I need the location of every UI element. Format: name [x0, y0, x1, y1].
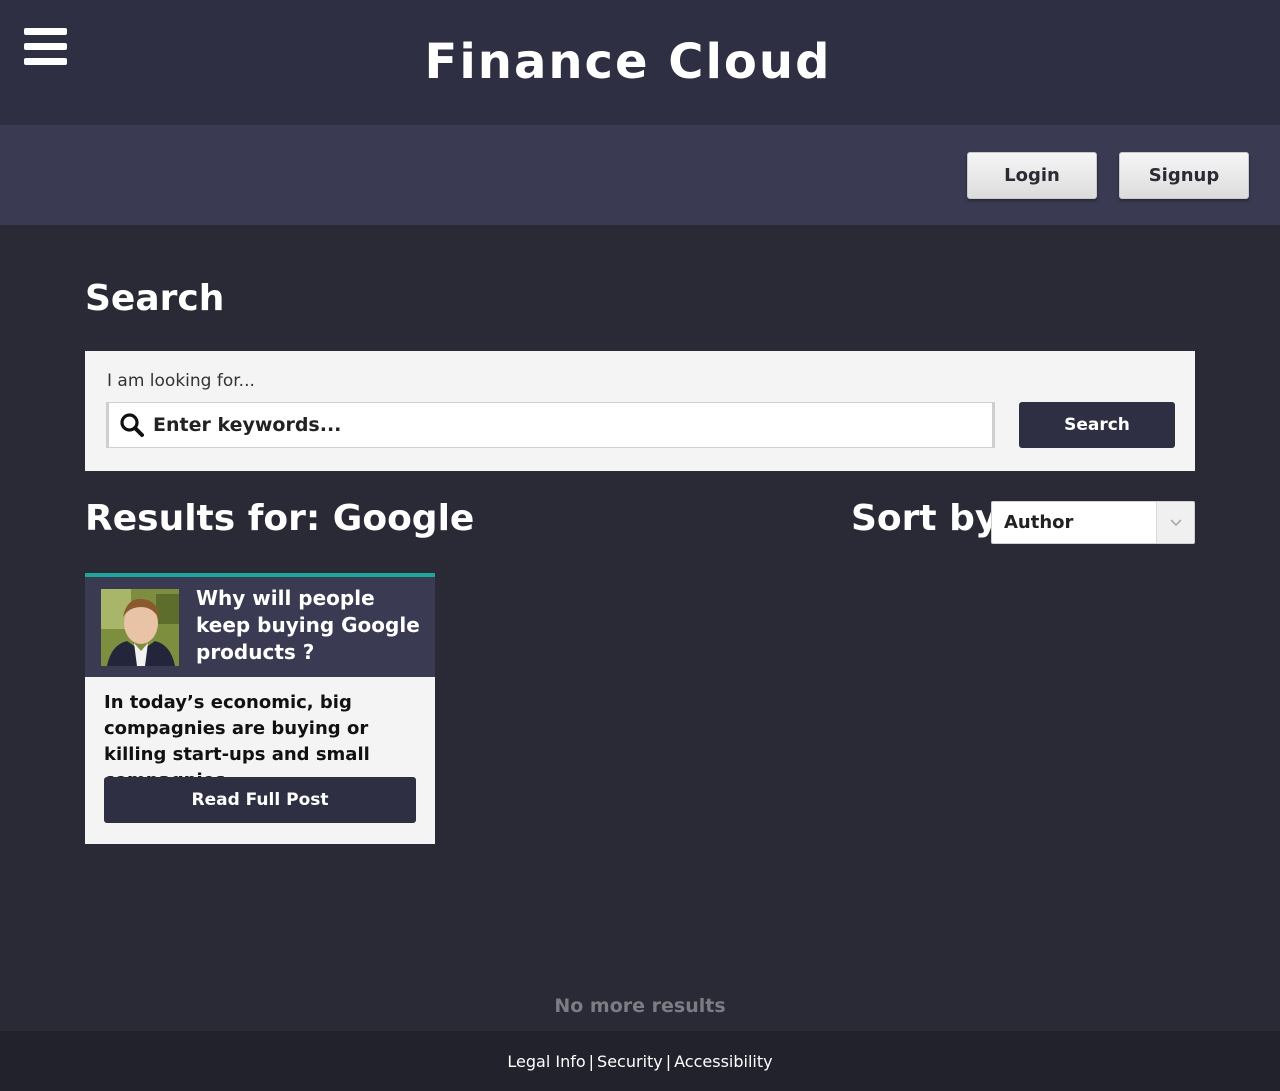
author-avatar	[101, 589, 179, 666]
read-full-post-button[interactable]: Read Full Post	[104, 777, 416, 823]
sort-select[interactable]: Author	[991, 501, 1195, 544]
search-button[interactable]: Search	[1019, 402, 1175, 448]
search-label: I am looking for...	[107, 371, 255, 391]
chevron-down-icon[interactable]	[1156, 502, 1194, 543]
signup-button[interactable]: Signup	[1119, 152, 1249, 199]
sort-label: Sort by	[851, 498, 999, 539]
footer-separator: |	[665, 1051, 672, 1071]
search-heading: Search	[85, 278, 225, 319]
search-panel: I am looking for... Search	[85, 351, 1195, 471]
sort-selected-value: Author	[1004, 512, 1074, 533]
top-header: Finance Cloud	[0, 0, 1280, 125]
main-content: Search I am looking for... Search Result…	[0, 225, 1280, 1031]
results-heading: Results for: Google	[85, 498, 475, 539]
result-card: Why will people keep buying Google produ…	[85, 573, 435, 844]
login-button[interactable]: Login	[967, 152, 1097, 199]
search-input[interactable]	[153, 405, 973, 445]
footer-link-accessibility[interactable]: Accessibility	[674, 1052, 772, 1071]
footer-separator: |	[588, 1051, 595, 1071]
site-title: Finance Cloud	[424, 34, 832, 90]
no-more-results: No more results	[554, 995, 726, 1017]
search-field[interactable]	[106, 402, 995, 448]
footer-link-security[interactable]: Security	[597, 1052, 663, 1071]
footer: Legal Info | Security | Accessibility	[0, 1031, 1280, 1091]
result-card-header: Why will people keep buying Google produ…	[85, 573, 435, 677]
search-icon	[120, 413, 144, 437]
auth-bar: Login Signup	[0, 125, 1280, 225]
footer-link-legal[interactable]: Legal Info	[507, 1052, 585, 1071]
result-card-title[interactable]: Why will people keep buying Google produ…	[196, 585, 421, 666]
